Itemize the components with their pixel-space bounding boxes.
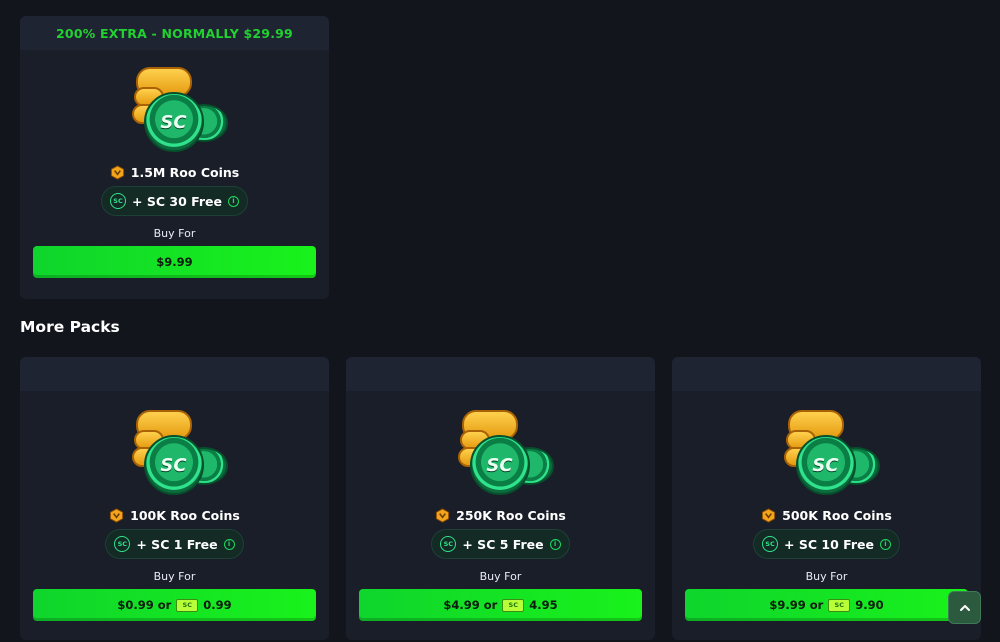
price-label: $9.99: [156, 255, 193, 269]
info-icon[interactable]: i: [879, 538, 891, 550]
sc-coin-label: SC: [160, 454, 187, 476]
sc-price-label: 9.90: [855, 598, 884, 612]
coins-label: 1.5M Roo Coins: [130, 165, 240, 180]
sc-bill-icon: SC: [176, 598, 199, 612]
featured-pack-card: 200% EXTRA - NORMALLY $29.99 SC 1.5M Roo…: [20, 16, 329, 299]
roo-coin-icon: [436, 508, 450, 523]
sc-bill-icon: SC: [828, 598, 851, 612]
buy-button[interactable]: $9.99: [33, 246, 316, 278]
free-sc-badge: SC + SC 30 Free i: [101, 186, 248, 216]
pack-title: 500K Roo Coins: [672, 508, 981, 523]
buy-button[interactable]: $0.99 or SC 0.99: [33, 589, 316, 621]
buy-for-label: Buy For: [805, 570, 848, 583]
buy-for-label: Buy For: [479, 570, 522, 583]
sc-icon: SC: [440, 536, 457, 552]
pack-card: SC 500K Roo Coins SC + SC 10 Free i Buy …: [672, 357, 981, 640]
info-icon[interactable]: i: [549, 538, 561, 550]
chevron-up-icon: [959, 604, 970, 611]
info-icon[interactable]: i: [223, 538, 235, 550]
coins-label: 100K Roo Coins: [130, 508, 240, 523]
free-label: + SC 1 Free: [136, 536, 218, 552]
free-sc-badge: SC + SC 5 Free i: [431, 529, 570, 559]
sc-bill-icon: SC: [502, 598, 525, 612]
featured-banner: 200% EXTRA - NORMALLY $29.99: [20, 16, 329, 50]
sc-icon: SC: [110, 193, 127, 209]
section-title: More Packs: [20, 318, 120, 336]
roo-coin-icon: [110, 165, 124, 180]
free-sc-badge: SC + SC 1 Free i: [105, 529, 244, 559]
card-header: [672, 357, 981, 391]
info-icon[interactable]: i: [227, 195, 239, 207]
card-header: [346, 357, 655, 391]
coins-illustration: SC: [772, 405, 882, 507]
coins-label: 500K Roo Coins: [782, 508, 892, 523]
free-label: + SC 30 Free: [132, 193, 222, 209]
pack-title: 1.5M Roo Coins: [20, 165, 329, 180]
sc-icon: SC: [762, 536, 779, 552]
coins-illustration: SC: [120, 62, 230, 164]
buy-button[interactable]: $4.99 or SC 4.95: [359, 589, 642, 621]
sc-price-label: 0.99: [203, 598, 232, 612]
buy-button[interactable]: $9.99 or SC 9.90: [685, 589, 968, 621]
roo-coin-icon: [110, 508, 124, 523]
pack-title: 100K Roo Coins: [20, 508, 329, 523]
free-label: + SC 10 Free: [784, 536, 874, 552]
coins-label: 250K Roo Coins: [456, 508, 566, 523]
price-label: $4.99 or: [443, 598, 498, 612]
pack-card: SC 100K Roo Coins SC + SC 1 Free i Buy F…: [20, 357, 329, 640]
pack-title: 250K Roo Coins: [346, 508, 655, 523]
card-header: [20, 357, 329, 391]
roo-coin-icon: [762, 508, 776, 523]
buy-for-label: Buy For: [153, 227, 196, 240]
coins-illustration: SC: [446, 405, 556, 507]
featured-banner-text: 200% EXTRA - NORMALLY $29.99: [56, 25, 293, 41]
buy-for-label: Buy For: [153, 570, 196, 583]
sc-coin-label: SC: [160, 111, 187, 133]
free-sc-badge: SC + SC 10 Free i: [753, 529, 900, 559]
price-label: $0.99 or: [117, 598, 172, 612]
scroll-to-top-button[interactable]: [948, 591, 981, 624]
sc-icon: SC: [114, 536, 131, 552]
sc-price-label: 4.95: [529, 598, 558, 612]
sc-coin-label: SC: [812, 454, 839, 476]
free-label: + SC 5 Free: [462, 536, 544, 552]
coins-illustration: SC: [120, 405, 230, 507]
pack-card: SC 250K Roo Coins SC + SC 5 Free i Buy F…: [346, 357, 655, 640]
price-label: $9.99 or: [769, 598, 824, 612]
sc-coin-label: SC: [486, 454, 513, 476]
